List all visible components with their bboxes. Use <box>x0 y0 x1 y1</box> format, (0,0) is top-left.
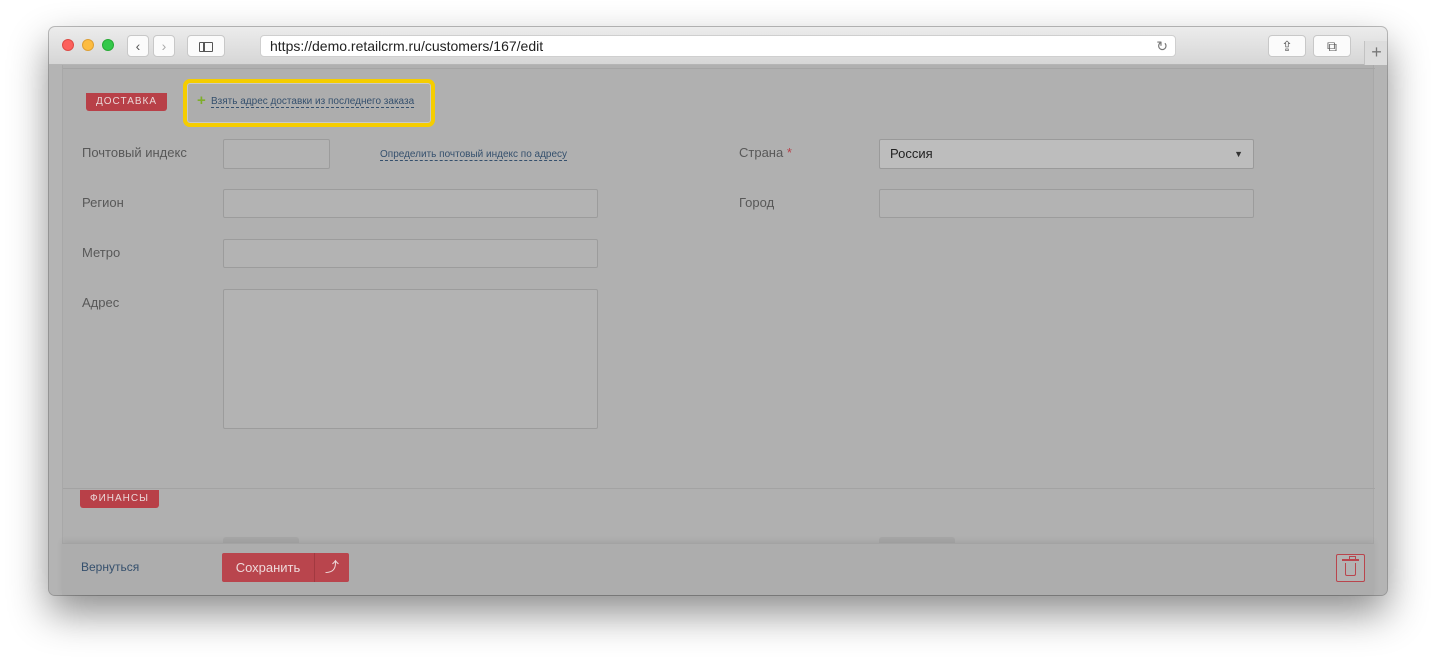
trash-icon <box>1342 556 1359 576</box>
required-mark: * <box>786 145 792 160</box>
metro-label: Метро <box>82 245 121 260</box>
new-tab-button[interactable]: + <box>1364 41 1387 65</box>
sidebar-icon <box>199 42 213 52</box>
page-content: ДОСТАВКА + Взять адрес доставки из после… <box>49 65 1387 595</box>
address-label: Адрес <box>82 295 120 310</box>
zoom-window-button[interactable] <box>102 39 114 51</box>
region-label: Регион <box>82 195 124 210</box>
plus-icon: + <box>1371 42 1382 62</box>
share-button[interactable]: ⇪ <box>1268 35 1306 57</box>
country-label: Страна * <box>739 145 792 160</box>
customer-edit-form: ДОСТАВКА + Взять адрес доставки из после… <box>62 65 1375 595</box>
plus-icon: + <box>197 92 206 109</box>
save-and-exit-button[interactable]: ⤴ <box>314 553 349 582</box>
save-button[interactable]: Сохранить <box>222 553 314 582</box>
city-label: Город <box>739 195 775 210</box>
sidebar-toggle-button[interactable] <box>187 35 225 57</box>
minimize-window-button[interactable] <box>82 39 94 51</box>
postcode-label: Почтовый индекс <box>82 145 187 160</box>
take-address-highlight: + Взять адрес доставки из последнего зак… <box>183 79 435 127</box>
back-button[interactable]: ‹ <box>127 35 149 57</box>
delivery-section-title: ДОСТАВКА <box>86 93 168 111</box>
metro-input[interactable] <box>223 239 598 268</box>
tabs-icon: ⧉ <box>1327 38 1337 54</box>
delete-button[interactable] <box>1336 554 1365 582</box>
section-divider <box>63 488 1375 489</box>
city-input[interactable] <box>879 189 1254 218</box>
chevron-left-icon: ‹ <box>135 38 141 54</box>
show-tabs-button[interactable]: ⧉ <box>1313 35 1351 57</box>
browser-toolbar: ‹ › https://demo.retailcrm.ru/customers/… <box>49 27 1387 65</box>
share-icon: ⇪ <box>1281 38 1293 54</box>
take-address-from-last-order-link[interactable]: Взять адрес доставки из последнего заказ… <box>211 96 415 108</box>
postcode-input[interactable] <box>223 139 330 169</box>
reload-icon[interactable]: ↻ <box>1156 36 1168 56</box>
caret-down-icon: ▼ <box>1234 149 1243 159</box>
chevron-right-icon: › <box>161 38 167 54</box>
panel-top-border <box>63 65 1375 69</box>
country-value: Россия <box>890 146 933 161</box>
finance-section-title: ФИНАНСЫ <box>80 490 159 508</box>
form-footer: Вернуться Сохранить ⤴ <box>62 543 1374 595</box>
region-input[interactable] <box>223 189 598 218</box>
arrow-up-icon: ⤴ <box>325 559 339 575</box>
close-window-button[interactable] <box>62 39 74 51</box>
detect-postcode-link[interactable]: Определить почтовый индекс по адресу <box>380 149 568 161</box>
address-textarea[interactable] <box>223 289 598 429</box>
forward-button[interactable]: › <box>153 35 175 57</box>
address-bar[interactable]: https://demo.retailcrm.ru/customers/167/… <box>260 35 1176 57</box>
back-link[interactable]: Вернуться <box>81 560 139 574</box>
country-select[interactable]: Россия ▼ <box>879 139 1254 169</box>
browser-window: ‹ › https://demo.retailcrm.ru/customers/… <box>49 27 1387 595</box>
url-text: https://demo.retailcrm.ru/customers/167/… <box>270 38 544 54</box>
